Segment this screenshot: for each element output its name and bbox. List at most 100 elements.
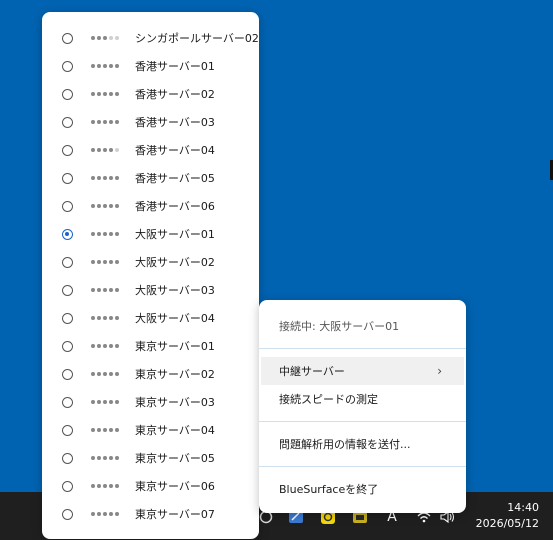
radio-button[interactable] — [62, 340, 73, 352]
radio-button[interactable] — [62, 32, 73, 44]
signal-dot — [115, 176, 119, 180]
signal-dot — [115, 316, 119, 320]
signal-dot — [97, 64, 101, 68]
signal-dot — [103, 260, 107, 264]
server-list-item[interactable]: 香港サーバー04 — [42, 136, 259, 164]
server-label: 大阪サーバー04 — [135, 312, 215, 325]
server-list-item[interactable]: 東京サーバー02 — [42, 360, 259, 388]
server-list-item[interactable]: 東京サーバー03 — [42, 388, 259, 416]
radio-button[interactable] — [62, 480, 73, 492]
signal-strength-icon — [91, 176, 119, 180]
signal-dot — [103, 344, 107, 348]
server-label: 東京サーバー06 — [135, 480, 215, 493]
radio-button[interactable] — [62, 88, 73, 100]
signal-dot — [97, 176, 101, 180]
radio-button[interactable] — [62, 368, 73, 380]
server-list-item[interactable]: 東京サーバー06 — [42, 472, 259, 500]
radio-button[interactable] — [62, 396, 73, 408]
server-list-item[interactable]: 東京サーバー05 — [42, 444, 259, 472]
signal-dot — [109, 92, 113, 96]
radio-button[interactable] — [62, 228, 73, 240]
signal-dot — [109, 372, 113, 376]
quit-menu-item[interactable]: BlueSurfaceを終了 — [259, 475, 466, 503]
server-list-item[interactable]: 大阪サーバー04 — [42, 304, 259, 332]
signal-dot — [109, 484, 113, 488]
server-list-item[interactable]: 香港サーバー03 — [42, 108, 259, 136]
signal-strength-icon — [91, 232, 119, 236]
signal-strength-icon — [91, 456, 119, 460]
signal-dot — [91, 260, 95, 264]
signal-dot — [103, 400, 107, 404]
signal-dot — [115, 428, 119, 432]
server-list-item[interactable]: 香港サーバー05 — [42, 164, 259, 192]
server-label: 香港サーバー05 — [135, 172, 215, 185]
signal-dot — [91, 484, 95, 488]
server-list-item[interactable]: 大阪サーバー03 — [42, 276, 259, 304]
signal-dot — [97, 484, 101, 488]
radio-button[interactable] — [62, 312, 73, 324]
signal-dot — [115, 204, 119, 208]
signal-dot — [109, 344, 113, 348]
server-list-item[interactable]: 大阪サーバー02 — [42, 248, 259, 276]
signal-dot — [91, 428, 95, 432]
server-list-menu: シンガポールサーバー02 香港サーバー01 香港サーバー02 香港サーバー03 香港サー… — [42, 12, 259, 539]
signal-strength-icon — [91, 484, 119, 488]
signal-dot — [103, 176, 107, 180]
signal-dot — [103, 372, 107, 376]
signal-dot — [115, 36, 119, 40]
server-list-item[interactable]: 東京サーバー04 — [42, 416, 259, 444]
radio-button[interactable] — [62, 116, 73, 128]
signal-dot — [109, 428, 113, 432]
radio-button[interactable] — [62, 452, 73, 464]
radio-button[interactable] — [62, 172, 73, 184]
signal-dot — [115, 64, 119, 68]
speed-test-menu-item[interactable]: 接続スピードの測定 — [259, 385, 466, 413]
signal-dot — [109, 120, 113, 124]
signal-dot — [103, 484, 107, 488]
radio-button[interactable] — [62, 284, 73, 296]
signal-dot — [103, 92, 107, 96]
signal-dot — [91, 176, 95, 180]
server-list-item[interactable]: 大阪サーバー01 — [42, 220, 259, 248]
signal-dot — [91, 120, 95, 124]
signal-dot — [109, 204, 113, 208]
radio-button[interactable] — [62, 144, 73, 156]
signal-dot — [97, 92, 101, 96]
radio-button[interactable] — [62, 424, 73, 436]
signal-dot — [109, 260, 113, 264]
signal-dot — [103, 64, 107, 68]
signal-dot — [97, 344, 101, 348]
signal-strength-icon — [91, 344, 119, 348]
signal-dot — [97, 288, 101, 292]
signal-dot — [103, 120, 107, 124]
signal-dot — [109, 176, 113, 180]
taskbar-clock[interactable]: 14:40 2026/05/12 — [476, 500, 539, 532]
server-list-item[interactable]: 香港サーバー06 — [42, 192, 259, 220]
signal-dot — [109, 316, 113, 320]
signal-dot — [91, 372, 95, 376]
send-diagnostics-menu-item[interactable]: 問題解析用の情報を送付... — [259, 430, 466, 458]
radio-button[interactable] — [62, 200, 73, 212]
tray-context-menu: 接続中: 大阪サーバー01 中継サーバー › 接続スピードの測定 問題解析用の情… — [259, 300, 466, 513]
send-diagnostics-label: 問題解析用の情報を送付... — [279, 438, 411, 451]
radio-button[interactable] — [62, 508, 73, 520]
server-list-item[interactable]: 東京サーバー07 — [42, 500, 259, 528]
radio-button[interactable] — [62, 60, 73, 72]
signal-dot — [115, 344, 119, 348]
server-list-item[interactable]: シンガポールサーバー02 — [42, 24, 259, 52]
signal-dot — [97, 36, 101, 40]
signal-dot — [109, 232, 113, 236]
signal-strength-icon — [91, 204, 119, 208]
signal-strength-icon — [91, 64, 119, 68]
signal-dot — [97, 456, 101, 460]
signal-dot — [97, 316, 101, 320]
relay-server-menu-item[interactable]: 中継サーバー › — [261, 357, 464, 385]
radio-button[interactable] — [62, 256, 73, 268]
server-list-item[interactable]: 東京サーバー01 — [42, 332, 259, 360]
server-list-item[interactable]: 香港サーバー02 — [42, 80, 259, 108]
server-list-item[interactable]: 香港サーバー01 — [42, 52, 259, 80]
signal-dot — [97, 260, 101, 264]
signal-dot — [103, 148, 107, 152]
signal-dot — [103, 232, 107, 236]
signal-strength-icon — [91, 372, 119, 376]
